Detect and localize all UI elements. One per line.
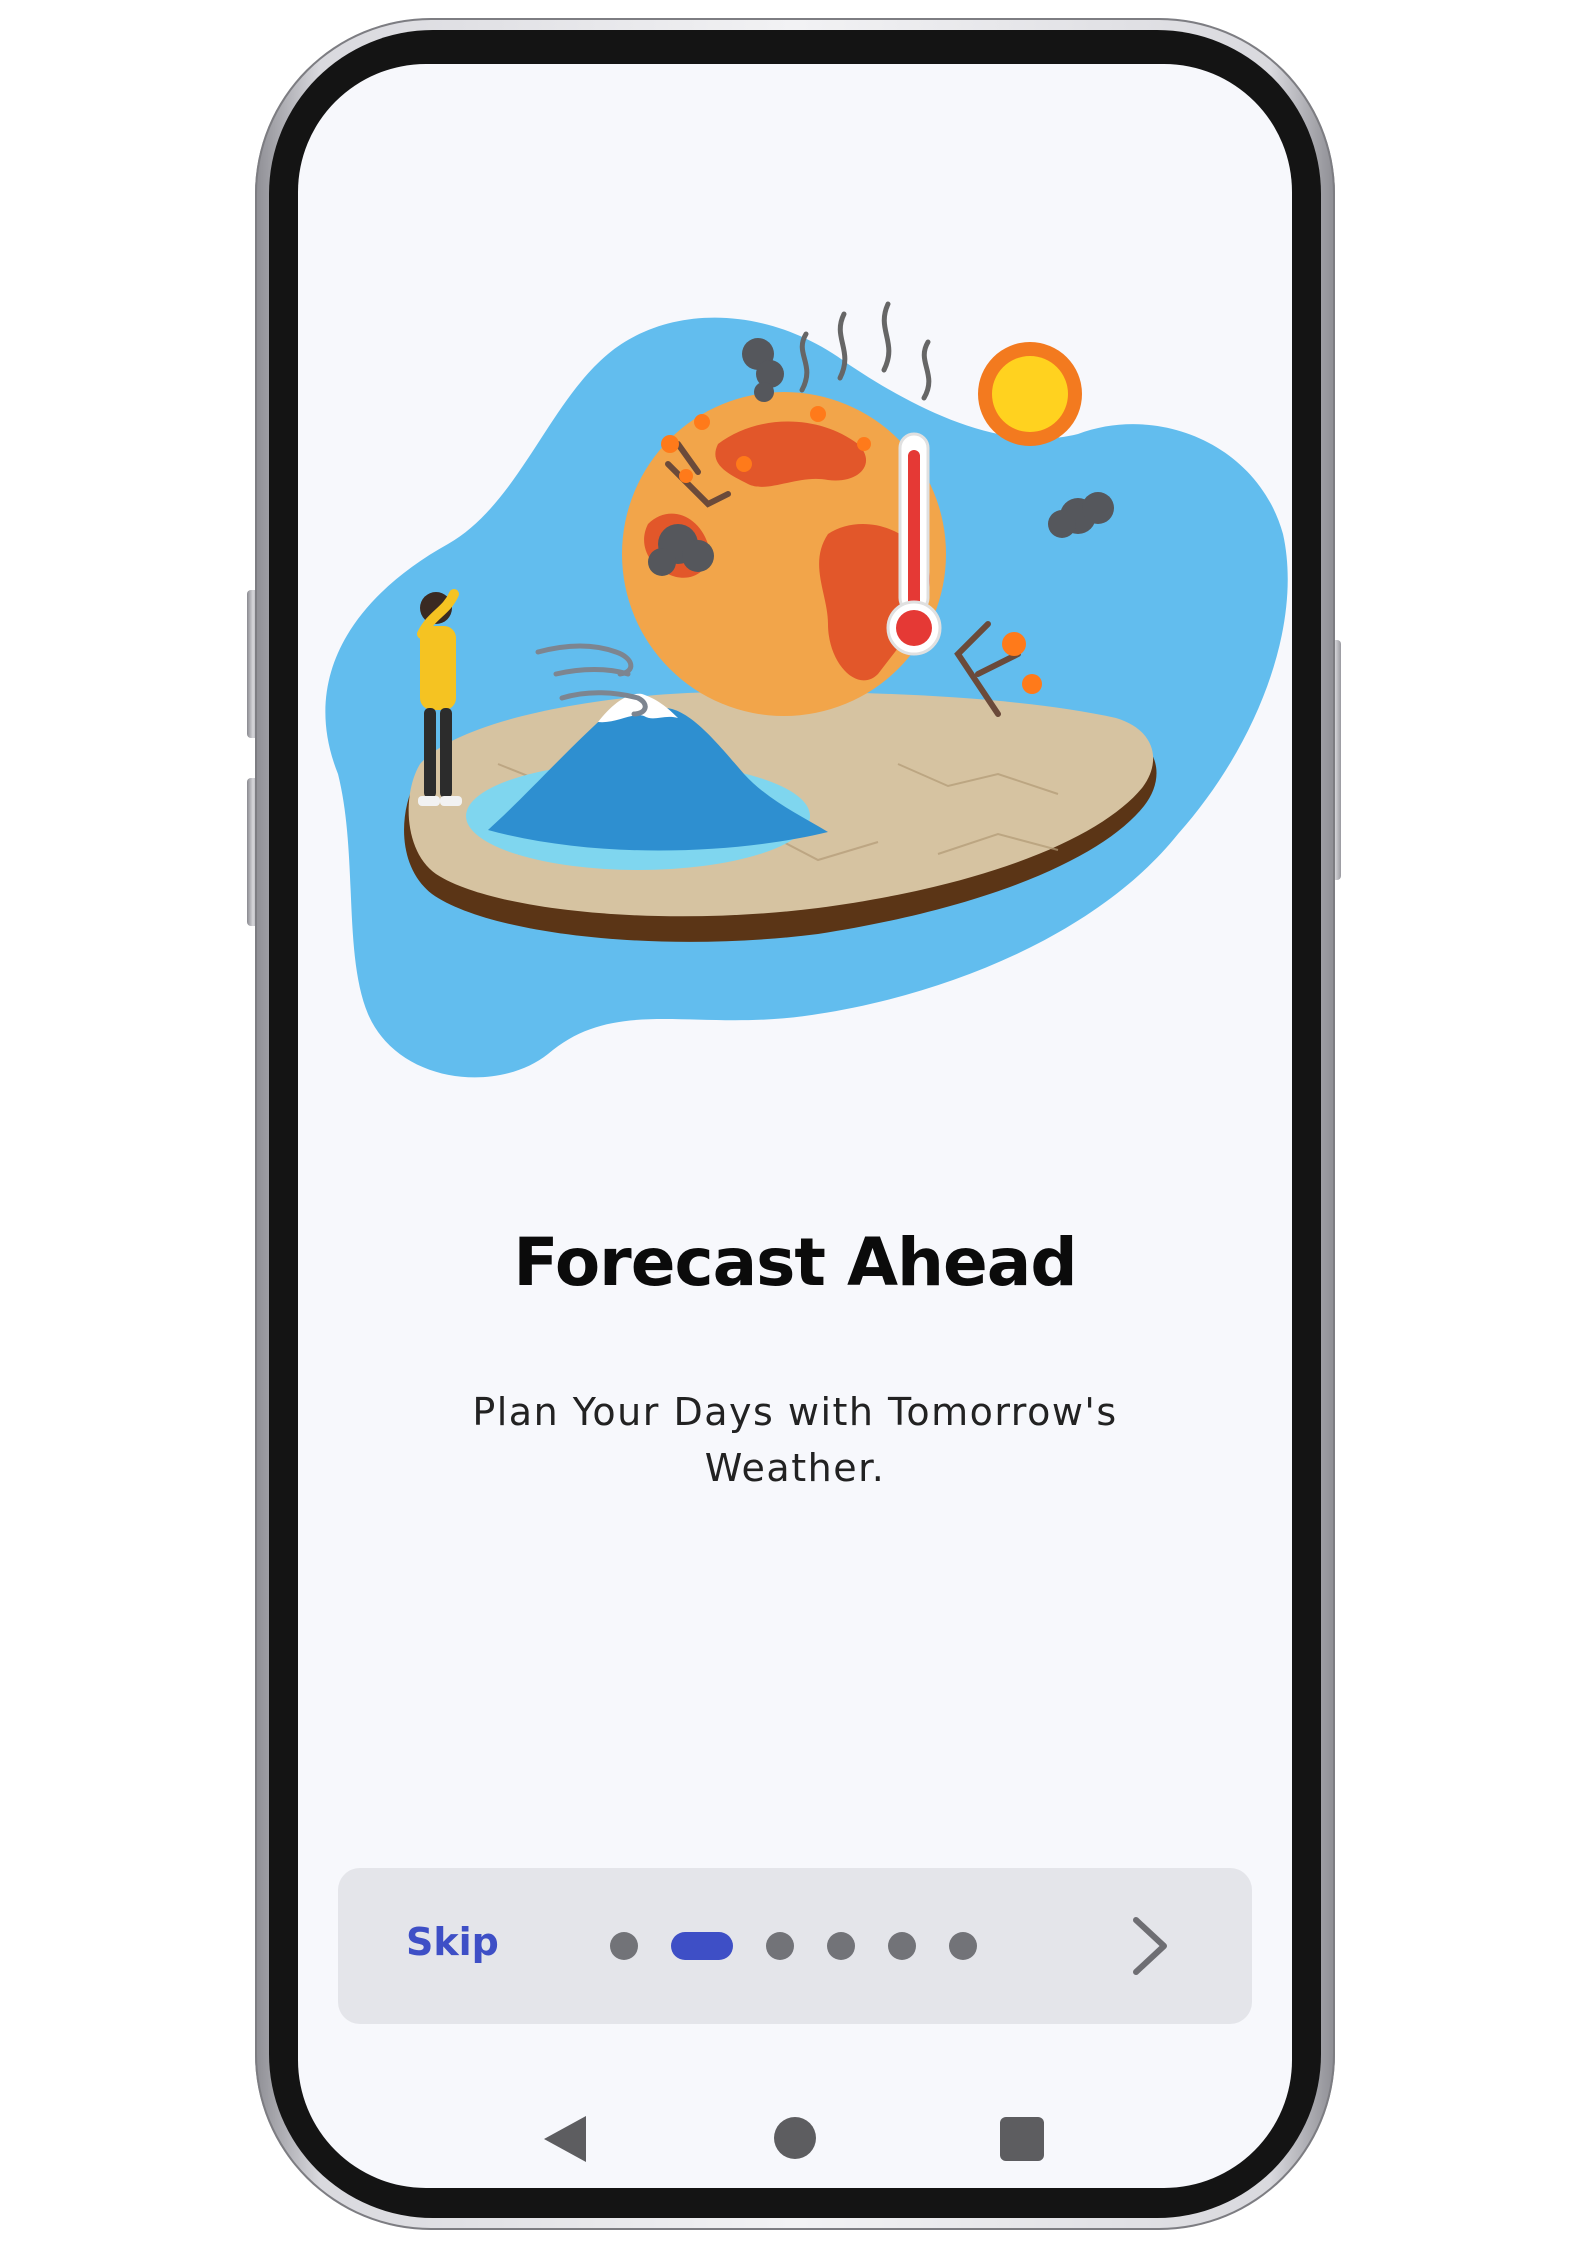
page-dot[interactable]: [949, 1932, 977, 1960]
page-dot[interactable]: [827, 1932, 855, 1960]
hero-illustration: [325, 301, 1288, 1078]
onboarding-title: Forecast Ahead: [513, 1224, 1077, 1301]
skip-button[interactable]: Skip: [406, 1920, 499, 1964]
page-indicator: [610, 1932, 977, 1960]
onboarding-screen: Forecast Ahead Plan Your Days with Tomor…: [298, 64, 1292, 2188]
thermometer-mercury: [908, 450, 920, 610]
nav-recents-icon[interactable]: [1000, 2117, 1044, 2161]
page-dot-active[interactable]: [671, 1932, 733, 1960]
page-dot[interactable]: [610, 1932, 638, 1960]
onboarding-pager-bar: Skip: [338, 1868, 1252, 2024]
nav-home-icon[interactable]: [774, 2117, 816, 2159]
chevron-right-icon[interactable]: [1108, 1908, 1188, 1984]
thermometer-bulb-fill: [896, 610, 932, 646]
nav-back-icon[interactable]: [542, 2114, 588, 2164]
device-mockup: Forecast Ahead Plan Your Days with Tomor…: [0, 0, 1587, 2245]
onboarding-subtitle: Plan Your Days with Tomorrow's Weather.: [472, 1390, 1118, 1490]
sun-icon: [978, 342, 1082, 446]
page-dot[interactable]: [888, 1932, 916, 1960]
page-dot[interactable]: [766, 1932, 794, 1960]
